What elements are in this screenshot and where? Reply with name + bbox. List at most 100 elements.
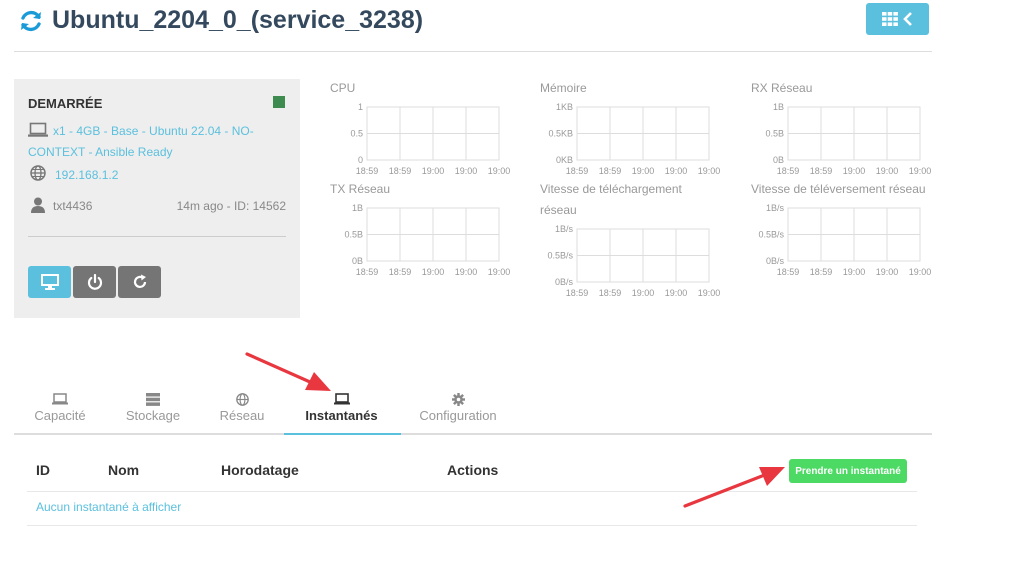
chart-memory: Mémoire 1KB 0.5KB 0KB 18:59 18:59 19:00 19:00 1… <box>540 78 730 178</box>
chart-plot: 1B0.5B0B18:59 18:59 19:00 19:00 19:00 <box>765 102 932 176</box>
power-button[interactable] <box>73 266 116 298</box>
user-icon <box>31 197 45 213</box>
card-divider <box>28 236 286 237</box>
y-tick-label: 0.5B <box>765 129 784 139</box>
y-tick-label: 0B <box>352 256 363 266</box>
tab-capacity[interactable]: Capacité <box>27 388 93 435</box>
globe-icon <box>30 165 46 181</box>
chart-download-speed: Vitesse de téléchargement réseau 1B/s 0.5… <box>540 179 730 304</box>
chart-title: Vitesse de téléchargement réseau <box>540 182 682 217</box>
tab-network[interactable]: Réseau <box>214 388 270 435</box>
chart-plot: 1B/s0.5B/s0B/s18:59 18:59 19:00 19:00 19:00 <box>547 224 721 298</box>
column-header-id: ID <box>36 462 50 478</box>
chart-plot: 10.5018:59 18:59 19:00 19:00 19:00 <box>350 102 510 176</box>
y-tick-label: 1 <box>358 102 363 112</box>
x-tick-label: 18:59 <box>599 166 622 176</box>
x-tick-label: 18:59 <box>356 166 379 176</box>
x-tick-label: 18:59 <box>356 267 379 277</box>
x-tick-label: 19:00 <box>876 166 899 176</box>
x-tick-label: 18:59 <box>389 166 412 176</box>
y-tick-label: 0B/s <box>766 256 785 266</box>
x-tick-label: 18:59 <box>389 267 412 277</box>
monitor-icon <box>40 274 59 290</box>
vm-ip-link[interactable]: 192.168.1.2 <box>55 168 118 182</box>
x-tick-label: 19:00 <box>665 166 688 176</box>
gear-icon <box>451 392 465 406</box>
x-tick-label: 19:00 <box>843 267 866 277</box>
vm-status-label: DEMARRÉE <box>28 96 103 111</box>
refresh-icon <box>133 274 146 288</box>
y-tick-label: 1B/s <box>766 203 785 213</box>
empty-snapshots-message: Aucun instantané à afficher <box>36 500 182 514</box>
tab-label: Capacité <box>34 408 86 423</box>
chart-title: CPU <box>330 81 356 95</box>
chart-cpu: CPU 1 0.5 0 18:59 18:59 19:00 19:00 19:00 <box>330 78 520 178</box>
y-tick-label: 0B <box>773 155 784 165</box>
x-tick-label: 19:00 <box>876 267 899 277</box>
y-tick-label: 0.5B <box>344 230 363 240</box>
page-title: Ubuntu_2204_0_(service_3238) <box>52 6 424 34</box>
y-tick-label: 0.5KB <box>548 129 573 139</box>
chart-plot: 1B/s0.5B/s0B/s18:59 18:59 19:00 19:00 19:00 <box>758 203 931 277</box>
y-tick-label: 0.5 <box>350 129 363 139</box>
laptop-icon <box>52 393 68 405</box>
chart-title: Mémoire <box>540 81 587 95</box>
chart-title: RX Réseau <box>751 81 813 95</box>
vm-spec-link[interactable]: x1 - 4GB - Base - Ubuntu 22.04 - NO-CONT… <box>28 121 278 163</box>
tab-bar: Capacité Stockage Réseau Instantanés Con… <box>14 388 932 435</box>
x-tick-label: 19:00 <box>843 166 866 176</box>
y-tick-label: 0.5B/s <box>758 230 784 240</box>
tab-label: Réseau <box>219 408 265 423</box>
y-tick-label: 0KB <box>556 155 573 165</box>
x-tick-label: 19:00 <box>698 166 721 176</box>
console-button[interactable] <box>28 266 71 298</box>
tab-snapshots[interactable]: Instantanés <box>294 388 389 435</box>
power-icon <box>87 274 102 290</box>
page-header: Ubuntu_2204_0_(service_3238) <box>14 0 932 52</box>
y-tick-label: 0B/s <box>555 277 574 287</box>
apps-toggle-button[interactable] <box>866 3 929 35</box>
grid-icon <box>882 12 898 26</box>
tab-label: Configuration <box>419 408 497 423</box>
y-tick-label: 1B <box>352 203 363 213</box>
x-tick-label: 19:00 <box>422 166 445 176</box>
take-snapshot-button[interactable]: Prendre un instantané <box>789 459 907 483</box>
chart-tx-network: TX Réseau 1B 0.5B 0B 18:59 18:59 19:00 19:00 19… <box>330 179 520 279</box>
storage-icon <box>146 392 160 406</box>
x-tick-label: 18:59 <box>599 288 622 298</box>
x-tick-label: 19:00 <box>909 166 932 176</box>
vm-owner: txt4436 <box>53 199 93 213</box>
chart-rx-network: RX Réseau 1B 0.5B 0B 18:59 18:59 19:00 19:00 19… <box>751 78 941 178</box>
globe-icon <box>235 392 249 406</box>
laptop-icon <box>333 393 350 405</box>
y-tick-label: 1KB <box>556 102 573 112</box>
x-tick-label: 19:00 <box>488 267 511 277</box>
active-tab-indicator <box>284 433 401 435</box>
x-tick-label: 19:00 <box>455 166 478 176</box>
x-tick-label: 18:59 <box>777 166 800 176</box>
table-header-divider <box>27 491 917 492</box>
x-tick-label: 18:59 <box>777 267 800 277</box>
chart-title: TX Réseau <box>330 182 391 196</box>
vm-created-id: 14m ago - ID: 14562 <box>176 199 286 213</box>
chart-upload-speed: Vitesse de téléversement réseau 1B/s 0.5B… <box>751 179 941 279</box>
x-tick-label: 19:00 <box>455 267 478 277</box>
x-tick-label: 18:59 <box>566 166 589 176</box>
table-bottom-divider <box>27 525 917 526</box>
refresh-icon[interactable] <box>18 8 44 34</box>
x-tick-label: 18:59 <box>810 267 833 277</box>
tab-label: Instantanés <box>305 408 378 423</box>
y-tick-label: 1B <box>773 102 784 112</box>
column-header-name: Nom <box>108 462 140 478</box>
vm-action-buttons <box>28 266 161 298</box>
tab-label: Stockage <box>125 408 181 423</box>
column-header-actions: Actions <box>447 462 499 478</box>
x-tick-label: 19:00 <box>698 288 721 298</box>
x-tick-label: 19:00 <box>632 288 655 298</box>
y-tick-label: 0 <box>358 155 363 165</box>
tab-configuration[interactable]: Configuration <box>416 388 500 435</box>
reboot-button[interactable] <box>118 266 161 298</box>
tab-storage[interactable]: Stockage <box>118 388 188 435</box>
x-tick-label: 19:00 <box>665 288 688 298</box>
chart-plot: 1KB0.5KB0KB18:59 18:59 19:00 19:00 19:00 <box>548 102 721 176</box>
